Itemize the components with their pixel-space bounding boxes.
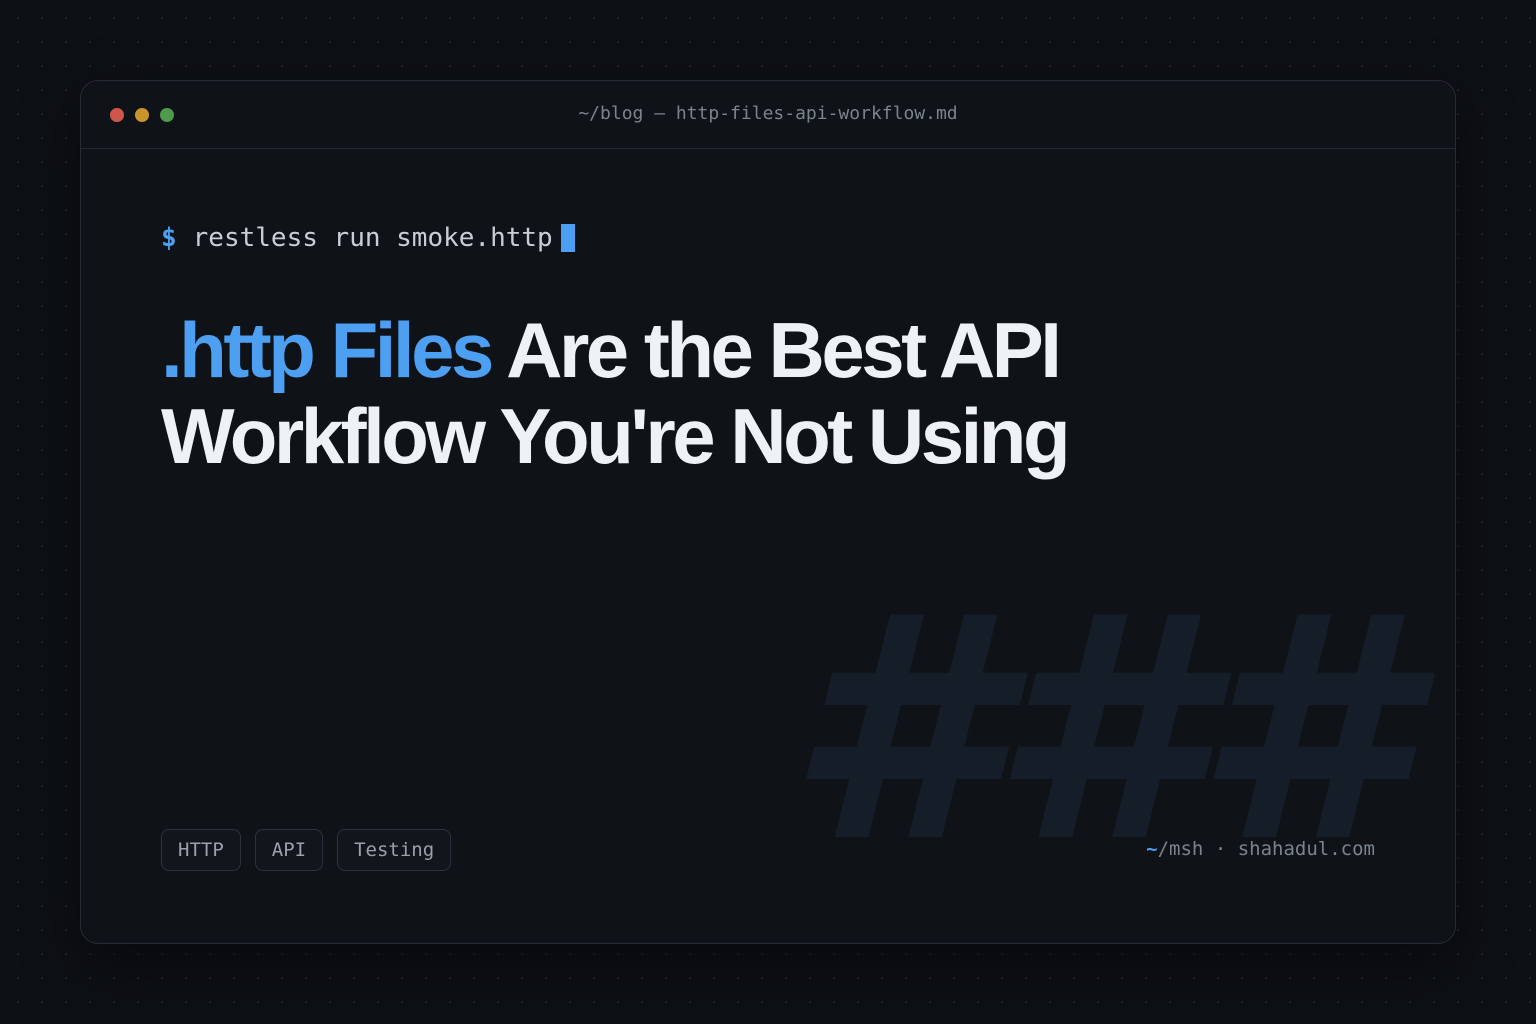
window-title: ~/blog — http-files-api-workflow.md <box>578 103 958 124</box>
text-cursor <box>560 224 575 252</box>
tag-api[interactable]: API <box>254 829 324 871</box>
signature-handle: /msh <box>1157 838 1204 860</box>
tag-http[interactable]: HTTP <box>161 829 241 871</box>
headline-highlight: .http Files <box>161 306 494 394</box>
prompt-command: restless run smoke.http <box>192 223 553 253</box>
terminal-window: ~/blog — http-files-api-workflow.md $ re… <box>80 80 1456 944</box>
author-signature: ~/msh · shahadul.com <box>1146 838 1375 860</box>
title-bar: ~/blog — http-files-api-workflow.md <box>81 81 1455 149</box>
article-headline: .http Files Are the Best API Workflow Yo… <box>161 307 1261 479</box>
signature-tilde: ~ <box>1146 838 1158 860</box>
prompt-symbol: $ <box>161 223 177 253</box>
tag-testing[interactable]: Testing <box>337 829 452 871</box>
tag-list: HTTP API Testing <box>161 829 452 871</box>
signature-separator: · <box>1214 838 1227 860</box>
signature-site: shahadul.com <box>1237 838 1375 860</box>
command-prompt: $ restless run smoke.http <box>161 221 575 255</box>
